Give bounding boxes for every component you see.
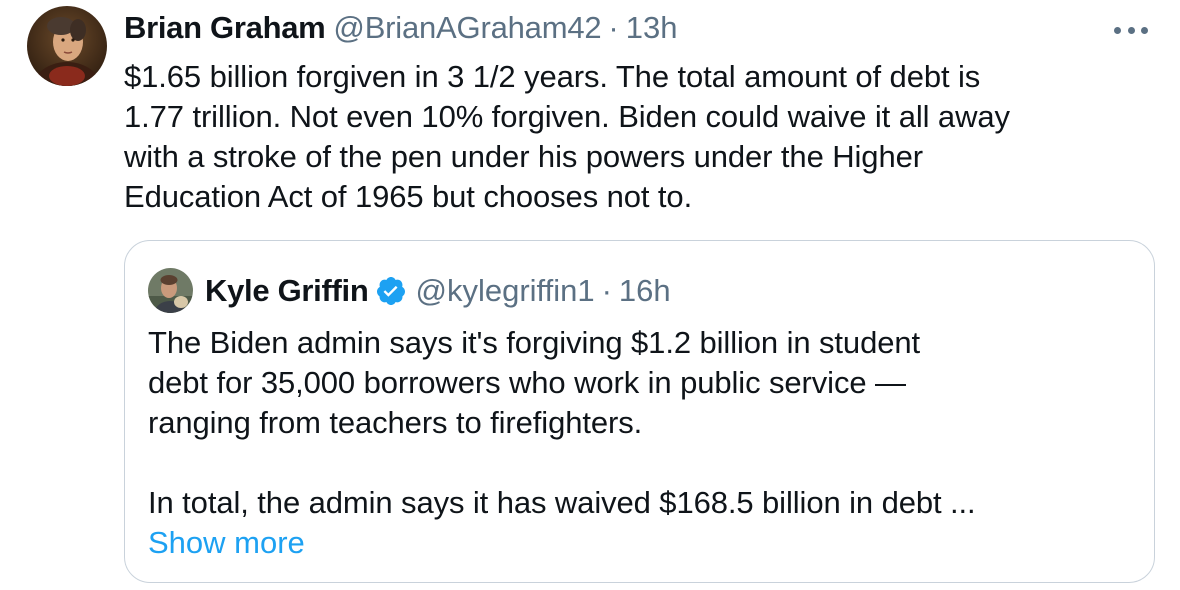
more-options-icon[interactable]: [1114, 24, 1148, 36]
quoted-author-avatar[interactable]: [148, 268, 193, 313]
quoted-tweet-text: The Biden admin says it's forgiving $1.2…: [148, 325, 976, 520]
more-dot: [1141, 26, 1148, 34]
show-more-link[interactable]: Show more: [148, 523, 305, 563]
author-name[interactable]: Brian Graham: [124, 8, 326, 48]
header-separator: ·: [608, 10, 619, 45]
quoted-header-separator: ·: [601, 273, 612, 308]
quoted-tweet-header: Kyle Griffin @kylegriffin1 · 16h: [205, 271, 671, 311]
more-dot: [1127, 26, 1135, 34]
quoted-author-name[interactable]: Kyle Griffin: [205, 271, 369, 311]
tweet-timestamp[interactable]: 13h: [626, 8, 678, 48]
quoted-tweet-timestamp[interactable]: 16h: [619, 271, 671, 311]
quoted-author-handle[interactable]: @kylegriffin1: [415, 271, 594, 311]
verified-badge-icon: [375, 275, 407, 307]
tweet-text: $1.65 billion forgiven in 3 1/2 years. T…: [124, 59, 1010, 214]
author-avatar[interactable]: [27, 6, 107, 86]
more-dot: [1114, 26, 1121, 34]
author-handle[interactable]: @BrianAGraham42: [333, 8, 601, 48]
quoted-tweet-card[interactable]: Kyle Griffin @kylegriffin1 · 16h The Bid…: [124, 240, 1155, 583]
tweet-header: Brian Graham @BrianAGraham42 · 13h: [124, 8, 677, 48]
